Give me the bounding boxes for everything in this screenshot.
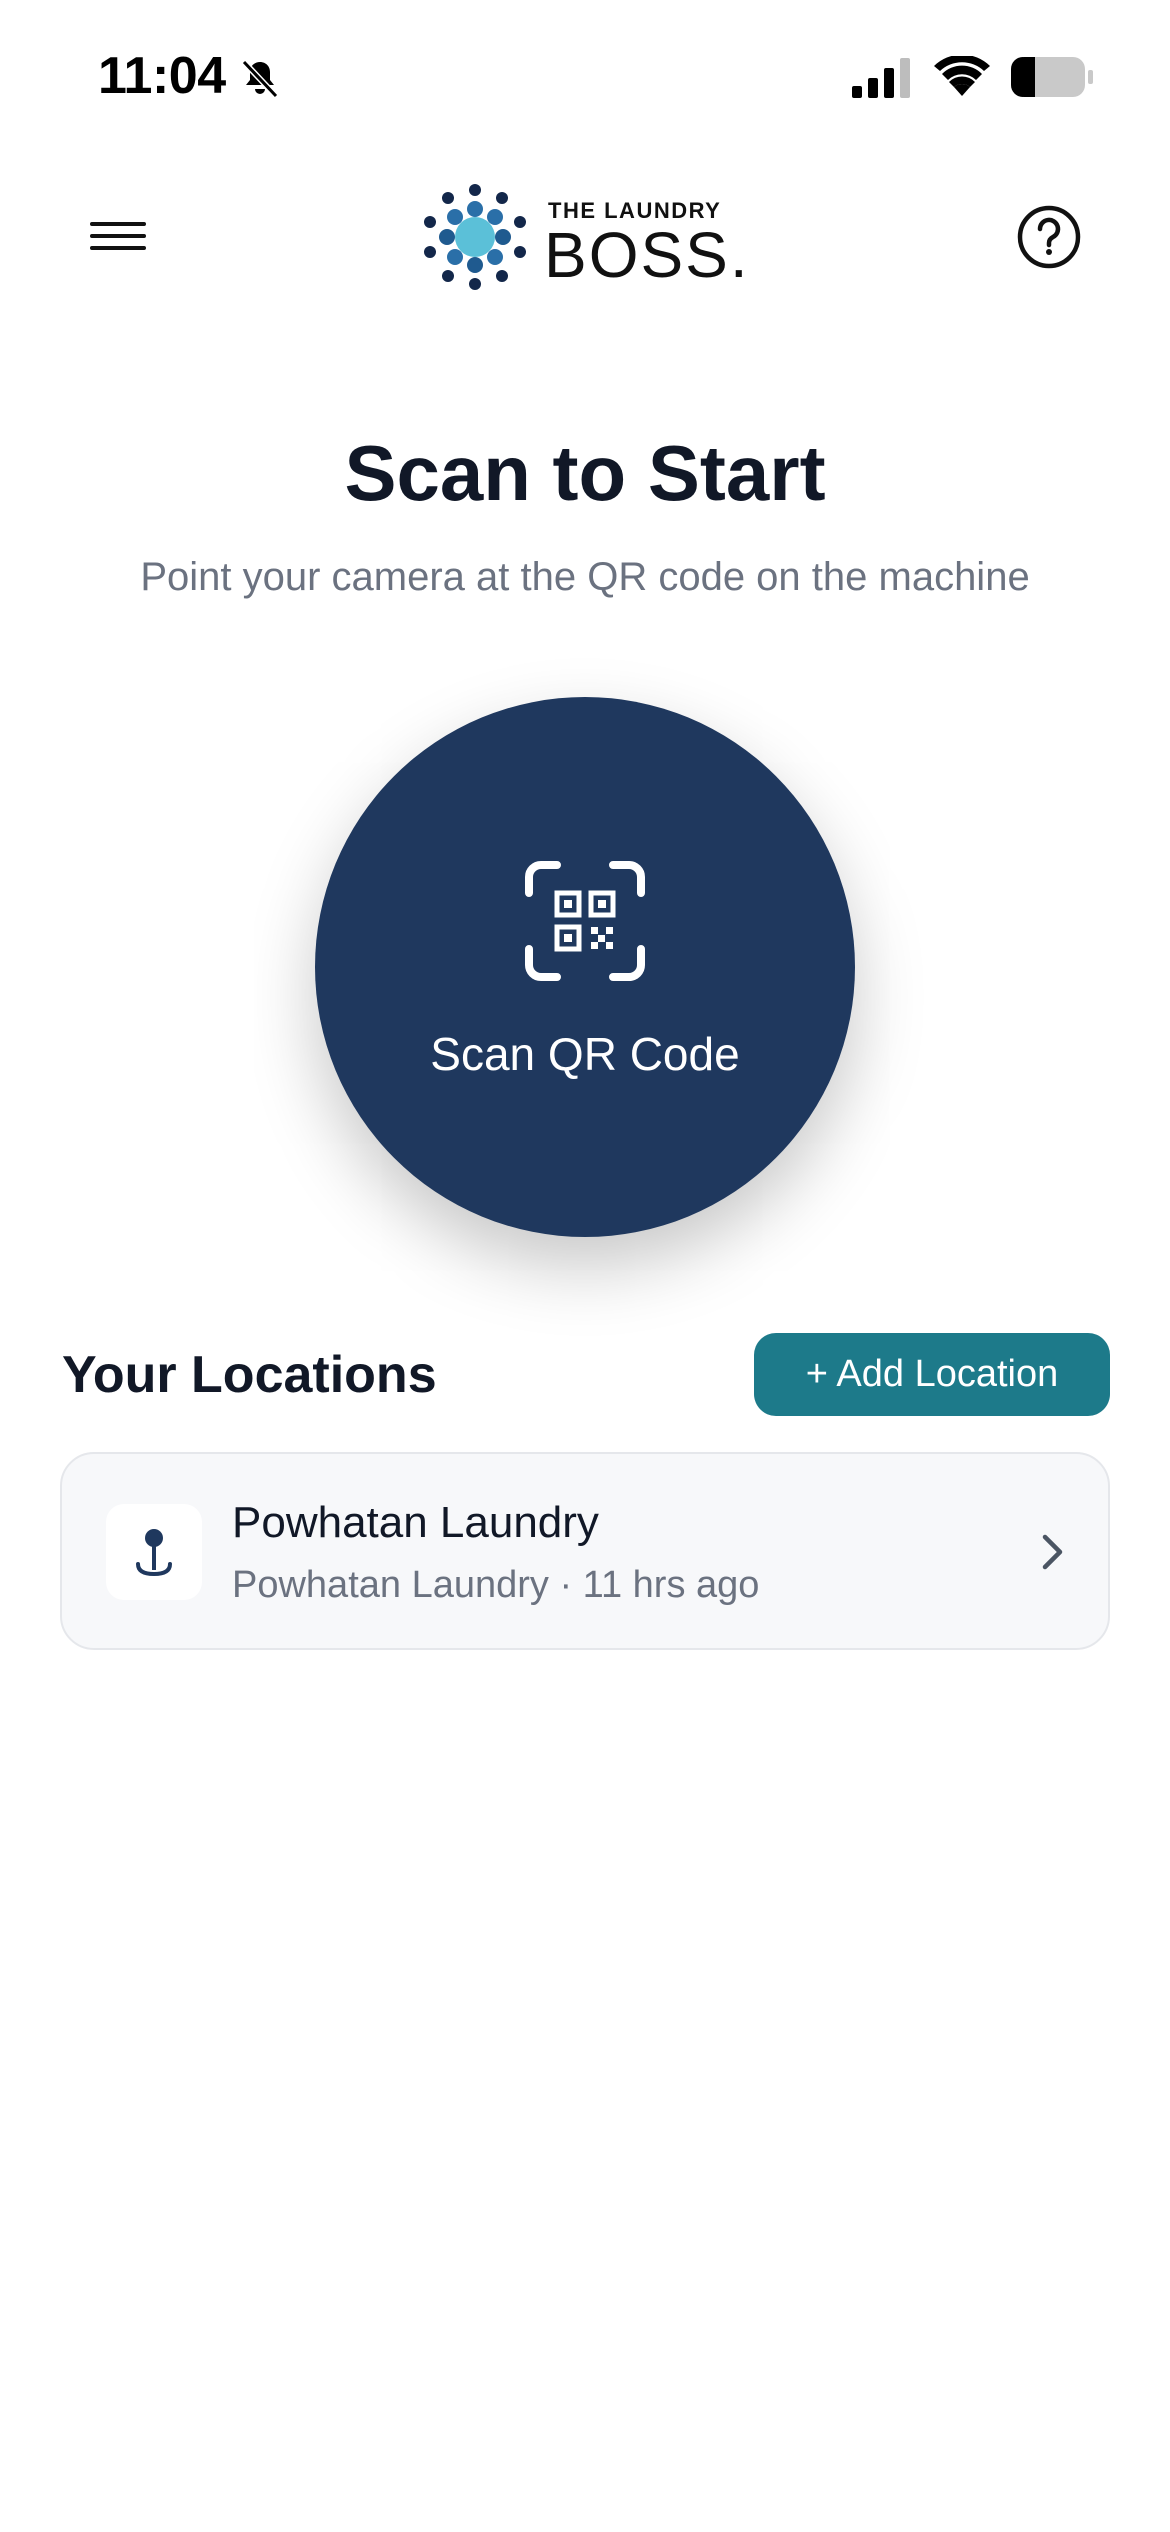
help-button[interactable]	[1016, 204, 1082, 270]
question-circle-icon	[1017, 205, 1081, 269]
wifi-icon	[934, 56, 990, 96]
locations-heading: Your Locations	[62, 1346, 437, 1404]
page-subtitle: Point your camera at the QR code on the …	[140, 555, 1030, 599]
scan-qr-label: Scan QR Code	[430, 1028, 740, 1080]
page-title: Scan to Start	[344, 429, 826, 517]
status-time: 11:04	[98, 47, 226, 105]
add-location-button[interactable]: + Add Location	[754, 1333, 1110, 1416]
status-bar: 11:04	[0, 0, 1170, 150]
cellular-signal-icon	[852, 58, 910, 98]
page: 11:04 THE LAUNDRY BOSS. Scan to Start Po…	[0, 0, 1170, 2532]
logo-main-text: BOSS.	[544, 219, 750, 291]
menu-button[interactable]	[86, 214, 154, 262]
scan-qr-button[interactable]: Scan QR Code	[315, 697, 855, 1237]
qr-code-scan-icon	[525, 861, 645, 981]
battery-icon	[1011, 57, 1093, 97]
location-icon-wrap	[106, 1504, 202, 1600]
hamburger-menu-icon	[90, 222, 146, 226]
app-logo: THE LAUNDRY BOSS.	[420, 180, 750, 291]
map-pin-icon	[136, 1529, 172, 1577]
location-name: Powhatan Laundry	[232, 1498, 599, 1547]
bell-muted-icon	[241, 59, 279, 99]
location-item[interactable]: Powhatan Laundry Powhatan Laundry · 11 h…	[60, 1452, 1110, 1650]
chevron-right-icon	[1042, 1534, 1063, 1570]
logo-dots-icon	[424, 184, 526, 290]
location-subtitle: Powhatan Laundry · 11 hrs ago	[232, 1564, 760, 1606]
